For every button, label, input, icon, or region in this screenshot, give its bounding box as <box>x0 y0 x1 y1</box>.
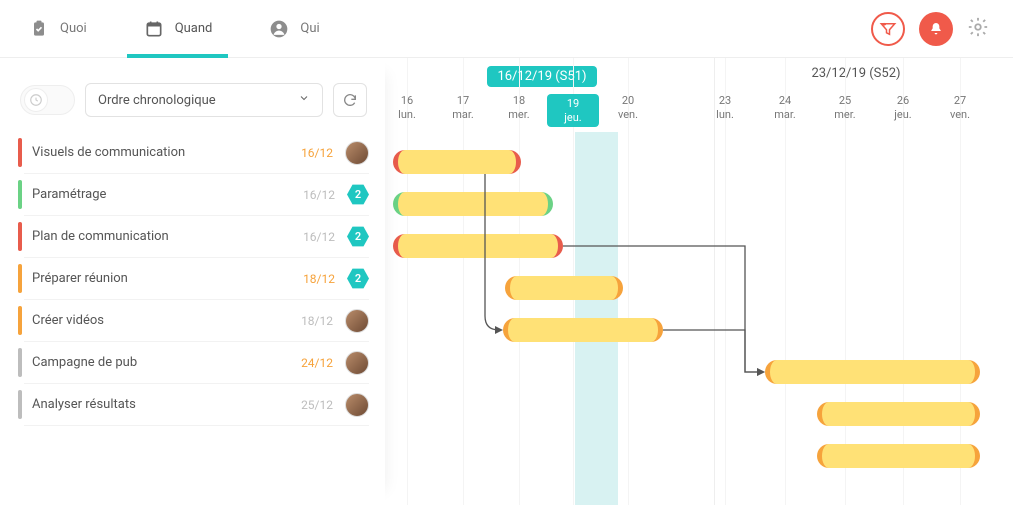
settings-button[interactable] <box>967 16 989 42</box>
task-row[interactable]: Visuels de communication16/12 <box>24 132 369 174</box>
add-filter-button[interactable]: + <box>871 12 905 46</box>
task-row[interactable]: Paramétrage16/12 2 <box>24 174 369 216</box>
sort-select[interactable]: Ordre chronologique <box>85 83 323 117</box>
gantt-bar[interactable] <box>393 234 563 258</box>
clipboard-icon <box>28 18 50 40</box>
status-bar <box>18 264 22 293</box>
refresh-icon <box>342 92 358 108</box>
top-bar: Quoi Quand Qui + <box>0 0 1013 58</box>
refresh-button[interactable] <box>333 83 367 117</box>
day-header: 27ven. <box>934 94 986 122</box>
main: Ordre chronologique Visuels de communica… <box>0 58 1013 505</box>
person-icon <box>268 18 290 40</box>
day-header: 18mer. <box>493 94 545 122</box>
task-row[interactable]: Préparer réunion18/12 2 <box>24 258 369 300</box>
history-toggle[interactable] <box>20 85 75 115</box>
day-header: 24mar. <box>759 94 811 122</box>
avatar <box>345 351 369 375</box>
assignee-count-badge: 2 <box>347 268 369 290</box>
status-bar <box>18 348 22 377</box>
task-date: 16/12 <box>301 146 333 160</box>
task-name: Paramétrage <box>24 187 303 202</box>
gantt-bar[interactable] <box>765 360 980 384</box>
top-actions: + <box>871 12 1013 46</box>
calendar-icon <box>143 18 165 40</box>
gantt-chart[interactable]: 16/12/19 (S51) 23/12/19 (S52) 16lun.17ma… <box>385 58 1013 505</box>
day-header: 20ven. <box>602 94 654 122</box>
task-name: Créer vidéos <box>24 313 301 328</box>
tab-label: Quoi <box>60 21 87 36</box>
main-tabs: Quoi Quand Qui <box>0 0 348 57</box>
status-bar <box>18 222 22 251</box>
gantt-bar[interactable] <box>505 276 623 300</box>
task-row[interactable]: Créer vidéos18/12 <box>24 300 369 342</box>
filter-plus-icon: + <box>879 20 897 38</box>
task-name: Plan de communication <box>24 229 303 244</box>
task-date: 25/12 <box>301 398 333 412</box>
gantt-bar[interactable] <box>393 192 553 216</box>
tab-quoi[interactable]: Quoi <box>0 0 115 57</box>
notifications-button[interactable] <box>919 12 953 46</box>
day-header: 25mer. <box>819 94 871 122</box>
task-name: Préparer réunion <box>24 271 303 286</box>
task-toolbar: Ordre chronologique <box>0 58 385 129</box>
task-date: 18/12 <box>301 314 333 328</box>
day-header: 16lun. <box>385 94 433 122</box>
task-date: 16/12 <box>303 188 335 202</box>
task-name: Visuels de communication <box>24 145 301 160</box>
chevron-down-icon <box>298 92 310 108</box>
day-headers: 16lun.17mar.18mer.19jeu.20ven. 23lun. 24ma… <box>385 94 1013 134</box>
day-header: 26jeu. <box>877 94 929 122</box>
gantt-bar[interactable] <box>817 444 980 468</box>
avatar <box>345 393 369 417</box>
status-bar <box>18 390 22 419</box>
gantt-bar[interactable] <box>817 402 980 426</box>
task-date: 18/12 <box>303 272 335 286</box>
task-panel: Ordre chronologique Visuels de communica… <box>0 58 385 505</box>
tab-quand[interactable]: Quand <box>115 0 241 57</box>
gantt-bar[interactable] <box>393 150 521 174</box>
task-date: 24/12 <box>301 356 333 370</box>
clock-icon <box>24 88 48 112</box>
assignee-count-badge: 2 <box>347 226 369 248</box>
tab-qui[interactable]: Qui <box>240 0 347 57</box>
status-bar <box>18 306 22 335</box>
task-row[interactable]: Analyser résultats25/12 <box>24 384 369 426</box>
assignee-count-badge: 2 <box>347 184 369 206</box>
task-list: Visuels de communication16/12Paramétrage… <box>0 129 385 426</box>
sort-label: Ordre chronologique <box>98 93 216 108</box>
day-header: 19jeu. <box>547 94 599 127</box>
tab-label: Qui <box>300 21 319 36</box>
status-bar <box>18 138 22 167</box>
task-name: Analyser résultats <box>24 397 301 412</box>
tab-label: Quand <box>175 21 213 36</box>
task-name: Campagne de pub <box>24 355 301 370</box>
bell-icon <box>928 21 944 37</box>
task-row[interactable]: Plan de communication16/12 2 <box>24 216 369 258</box>
status-bar <box>18 180 22 209</box>
day-header: 23lun. <box>699 94 751 122</box>
task-row[interactable]: Campagne de pub24/12 <box>24 342 369 384</box>
task-date: 16/12 <box>303 230 335 244</box>
avatar <box>345 309 369 333</box>
gear-icon <box>967 16 989 38</box>
svg-text:+: + <box>882 20 886 29</box>
day-header: 17mar. <box>437 94 489 122</box>
avatar <box>345 141 369 165</box>
gantt-bar[interactable] <box>503 318 663 342</box>
